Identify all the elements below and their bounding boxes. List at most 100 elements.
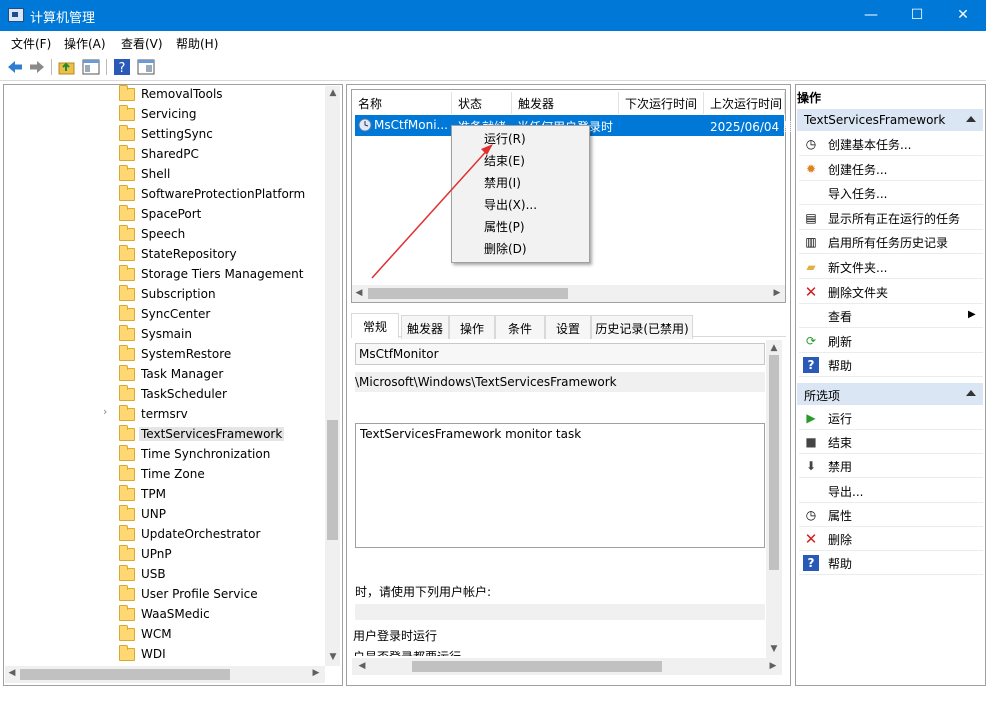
tree-item-label: SettingSync [141, 127, 213, 141]
action-label: 运行 [828, 412, 853, 426]
action-item[interactable]: ▤ 显示所有正在运行的任务 [799, 206, 983, 230]
action-label: 创建基本任务... [828, 138, 912, 152]
tree-scroll-thumb[interactable] [327, 420, 338, 540]
scroll-right-icon[interactable]: ▶ [767, 661, 779, 671]
action-label: 查看 [828, 310, 853, 325]
action-item[interactable]: 导出... [799, 479, 983, 503]
general-vscroll-thumb[interactable] [769, 355, 779, 570]
tree-item-label: TPM [141, 487, 166, 501]
action-item[interactable]: ▰ 新文件夹... [799, 255, 983, 279]
run-when-logged-on-option[interactable]: 用户登录时运行 [353, 627, 437, 644]
action-item[interactable]: ? 帮助 [799, 551, 983, 576]
properties-pane-icon[interactable] [137, 58, 155, 76]
action-item[interactable]: ⬇ 禁用 [799, 454, 983, 479]
tree-item-label: User Profile Service [141, 587, 258, 601]
action-item[interactable]: 查看 [799, 304, 983, 329]
run-icon: ▶ [806, 411, 816, 425]
back-arrow-icon[interactable] [6, 58, 24, 76]
tree-hscroll-thumb[interactable] [20, 669, 230, 680]
folder-icon [119, 625, 135, 641]
menu-file[interactable]: 文件(F) [11, 35, 51, 52]
refresh-icon: ⟳ [805, 333, 817, 348]
tree-item-label: UNP [141, 507, 166, 521]
action-item[interactable]: ✹ 创建任务... [799, 157, 983, 181]
tab-conditions[interactable]: 条件 [495, 315, 545, 339]
scroll-left-icon[interactable]: ◀ [6, 668, 18, 678]
end-icon: ■ [805, 435, 817, 450]
folder-icon [119, 385, 135, 401]
menu-help[interactable]: 帮助(H) [176, 35, 218, 52]
scroll-down-icon[interactable]: ▼ [327, 652, 339, 662]
action-label: 新文件夹... [828, 261, 888, 275]
task-description: TextServicesFramework monitor task [360, 427, 582, 441]
submenu-arrow-icon: ▶ [968, 309, 976, 320]
action-label: 启用所有任务历史记录 [828, 236, 949, 251]
maximize-button[interactable]: ☐ [894, 0, 940, 31]
tab-history[interactable]: 历史记录(已禁用) [591, 315, 693, 339]
action-item[interactable]: ◷ 创建基本任务... [799, 132, 983, 156]
action-item[interactable]: 导入任务... [799, 181, 983, 206]
scroll-left-icon[interactable]: ◀ [353, 288, 365, 298]
folder-icon [119, 305, 135, 321]
folder-icon [119, 525, 135, 541]
run-as-label: 时，请使用下列用户帐户: [355, 585, 492, 599]
column-last-run[interactable]: 上次运行时间 [704, 92, 785, 114]
folder-icon [119, 605, 135, 621]
show-hide-tree-icon[interactable] [82, 58, 100, 76]
tree-vertical-scrollbar[interactable] [325, 86, 340, 666]
action-item[interactable]: ■ 结束 [799, 430, 983, 455]
action-item[interactable]: ⟳ 刷新 [799, 329, 983, 353]
task-name-field[interactable]: MsCtfMonitor [355, 343, 765, 365]
folder-icon [119, 145, 135, 161]
action-label: 属性 [828, 508, 853, 523]
help-icon: ? [803, 357, 819, 374]
action-item[interactable]: ✕ 删除文件夹 [799, 280, 983, 304]
tree-expand-chevron-icon[interactable]: › [103, 405, 113, 425]
run-whether-logged-on-option[interactable]: 户是否登录都要运行 [353, 648, 461, 656]
minimize-button[interactable]: — [848, 0, 894, 31]
close-button[interactable]: ✕ [940, 0, 986, 31]
tree-item-label: RemovalTools [141, 87, 223, 101]
actions-section-selected[interactable]: 所选项 [797, 383, 983, 405]
tab-general[interactable]: 常规 [351, 313, 399, 338]
column-triggers[interactable]: 触发器 [512, 92, 619, 114]
actions-section-folder[interactable]: TextServicesFramework [797, 109, 983, 131]
general-hscroll-thumb[interactable] [412, 661, 662, 672]
column-next-run[interactable]: 下次运行时间 [619, 92, 704, 114]
column-name[interactable]: 名称 [352, 92, 452, 114]
menu-action[interactable]: 操作(A) [64, 35, 106, 52]
annotation-arrow [371, 144, 493, 279]
collapse-caret-icon[interactable] [966, 116, 976, 122]
menu-view[interactable]: 查看(V) [121, 35, 163, 52]
folder-icon [119, 225, 135, 241]
up-folder-icon[interactable] [58, 58, 76, 76]
action-item[interactable]: ? 帮助 [799, 353, 983, 378]
forward-arrow-icon[interactable] [28, 58, 46, 76]
create-basic-task-icon: ◷ [805, 137, 817, 151]
tree-item-label: Shell [141, 167, 171, 181]
task-list-hscroll-thumb[interactable] [368, 288, 568, 299]
tree-item-label: Storage Tiers Management [141, 267, 304, 281]
help-icon[interactable]: ? [113, 58, 131, 76]
scroll-left-icon[interactable]: ◀ [356, 661, 368, 671]
folder-icon [119, 185, 135, 201]
scroll-down-icon[interactable]: ▼ [768, 644, 780, 654]
scroll-up-icon[interactable]: ▲ [327, 88, 339, 98]
tree-item-label: StateRepository [141, 247, 237, 261]
scroll-up-icon[interactable]: ▲ [768, 343, 780, 353]
tab-actions[interactable]: 操作 [449, 315, 495, 339]
action-label: 删除文件夹 [828, 285, 889, 300]
action-item[interactable]: ◷ 属性 [799, 503, 983, 527]
scroll-right-icon[interactable]: ▶ [771, 288, 783, 298]
action-item[interactable]: ▶ 运行 [799, 406, 983, 430]
task-description-box[interactable] [355, 423, 765, 548]
folder-icon [119, 265, 135, 281]
action-item[interactable]: ✕ 删除 [799, 527, 983, 551]
tab-triggers[interactable]: 触发器 [401, 315, 449, 339]
properties-icon: ◷ [805, 507, 817, 522]
tab-settings[interactable]: 设置 [545, 315, 591, 339]
column-status[interactable]: 状态 [452, 92, 512, 114]
action-item[interactable]: ▥ 启用所有任务历史记录 [799, 230, 983, 255]
collapse-caret-icon[interactable] [966, 390, 976, 396]
scroll-right-icon[interactable]: ▶ [310, 668, 322, 678]
